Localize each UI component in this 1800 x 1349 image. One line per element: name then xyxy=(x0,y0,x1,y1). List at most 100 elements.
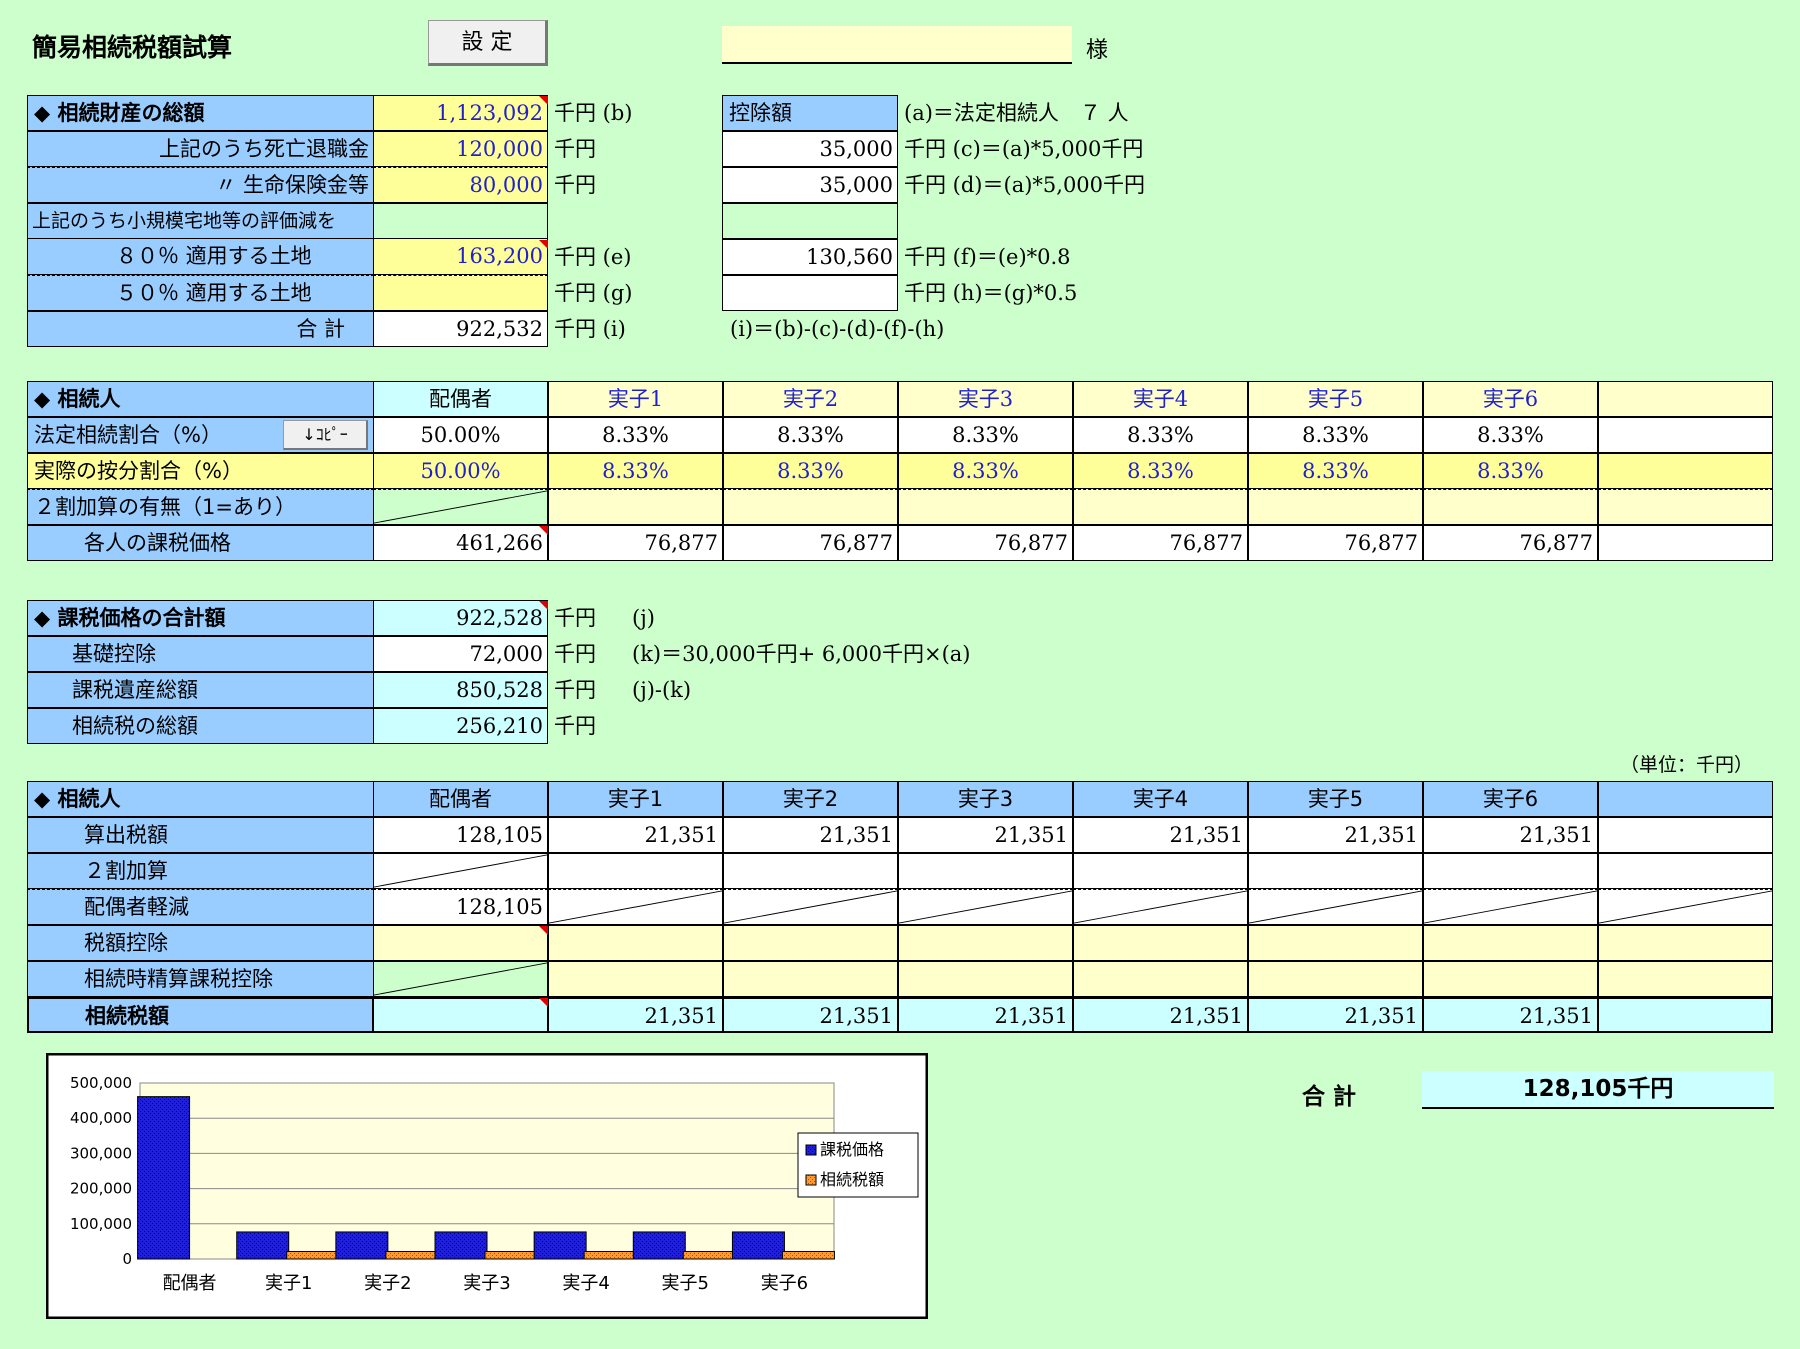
surcharge-flag-cell[interactable] xyxy=(1423,489,1598,525)
retirement-allowance-label: 上記のうち死亡退職金 xyxy=(27,131,374,167)
total-assets-input[interactable]: 1,123,092 xyxy=(373,95,548,131)
surcharge-flag-cell[interactable] xyxy=(1598,489,1773,525)
actual-ratio-cell[interactable]: 8.33% xyxy=(898,453,1073,489)
tax-credit-cell[interactable] xyxy=(1423,925,1598,961)
tax-credit-cell[interactable] xyxy=(1073,925,1248,961)
tax-credit-cell[interactable] xyxy=(1248,925,1423,961)
final-tax-cell: 21,351 xyxy=(898,997,1073,1033)
land-50-unit: 千円 (g) xyxy=(554,281,633,305)
deduction-header: 控除額 xyxy=(722,95,898,131)
legal-heirs-note: (a)＝法定相続人 ７ 人 xyxy=(904,101,1129,125)
heir-name-cell[interactable] xyxy=(1598,381,1773,417)
taxable-estate-label: 課税遺産総額 xyxy=(27,672,374,708)
spouse-relief-cell xyxy=(1248,889,1423,925)
surcharge-cell xyxy=(373,853,548,889)
spouse-relief-cell: 128,105 xyxy=(373,889,548,925)
heir-name-cell[interactable]: 実子2 xyxy=(723,381,898,417)
comment-marker-icon xyxy=(539,926,548,935)
taxable-total-note: (j) xyxy=(632,606,655,630)
settlement-credit-cell[interactable] xyxy=(1248,961,1423,997)
formula-i-note: (i)＝(b)-(c)-(d)-(f)-(h) xyxy=(730,317,945,341)
surcharge-flag-cell[interactable] xyxy=(723,489,898,525)
tax-credit-cell[interactable] xyxy=(898,925,1073,961)
legal-ratio-cell: 8.33% xyxy=(1248,417,1423,453)
heir-name-cell[interactable]: 実子6 xyxy=(1423,381,1598,417)
calc-tax-cell: 128,105 xyxy=(373,817,548,853)
tax-credit-cell[interactable] xyxy=(373,925,548,961)
heir-name-cell[interactable]: 実子1 xyxy=(548,381,723,417)
legend-label: 相続税額 xyxy=(820,1170,884,1189)
comment-marker-icon xyxy=(539,526,548,535)
settlement-credit-cell[interactable] xyxy=(1073,961,1248,997)
bar-taxable-price xyxy=(632,1231,686,1260)
legal-ratio-cell: 8.33% xyxy=(548,417,723,453)
heir-name-cell[interactable]: 実子4 xyxy=(1073,381,1248,417)
surcharge-flag-cell xyxy=(373,489,548,525)
settlement-credit-label: 相続時精算課税控除 xyxy=(27,961,374,997)
diagonal-line-icon xyxy=(1074,890,1247,924)
surcharge-flag-cell[interactable] xyxy=(1073,489,1248,525)
diagonal-line-icon xyxy=(374,962,547,996)
heir-name-cell[interactable]: 実子5 xyxy=(1248,381,1423,417)
total-assets-unit: 千円 (b) xyxy=(554,101,633,125)
land-80-input[interactable]: 163,200 xyxy=(373,239,548,275)
taxable-price-cell: 76,877 xyxy=(898,525,1073,561)
surcharge-cell xyxy=(1598,853,1773,889)
legal-ratio-cell: 8.33% xyxy=(1073,417,1248,453)
spouse-relief-cell xyxy=(898,889,1073,925)
actual-ratio-cell[interactable]: 8.33% xyxy=(723,453,898,489)
calc-tax-cell: 21,351 xyxy=(723,817,898,853)
settings-button[interactable]: 設 定 xyxy=(428,20,548,66)
comment-marker-icon xyxy=(539,601,548,610)
settlement-credit-cell[interactable] xyxy=(723,961,898,997)
tax-heir-name-cell: 配偶者 xyxy=(373,781,548,817)
legal-ratio-cell xyxy=(1598,417,1773,453)
client-name-input[interactable] xyxy=(722,26,1072,64)
settlement-credit-cell[interactable] xyxy=(1423,961,1598,997)
taxable-estate-note: (j)-(k) xyxy=(632,678,692,702)
bar-inheritance-tax xyxy=(781,1250,835,1260)
surcharge-cell xyxy=(1423,853,1598,889)
actual-ratio-cell[interactable]: 8.33% xyxy=(1073,453,1248,489)
actual-ratio-cell[interactable] xyxy=(1598,453,1773,489)
settlement-credit-cell[interactable] xyxy=(1598,961,1773,997)
retirement-allowance-input[interactable]: 120,000 xyxy=(373,131,548,167)
actual-ratio-cell[interactable]: 8.33% xyxy=(548,453,723,489)
bar-chart: 0 100,000 200,000 300,000 400,000 500,000 配偶者… xyxy=(46,1053,928,1319)
total-tax-label: 相続税の総額 xyxy=(27,708,374,744)
actual-ratio-cell[interactable]: 8.33% xyxy=(1248,453,1423,489)
copy-button[interactable]: ↓ｺﾋﾟｰ xyxy=(283,420,368,450)
honorific-label: 様 xyxy=(1086,38,1109,63)
settlement-credit-cell[interactable] xyxy=(898,961,1073,997)
x-tick-label: 実子4 xyxy=(562,1273,609,1294)
diagonal-line-icon xyxy=(549,890,722,924)
tax-credit-cell[interactable] xyxy=(723,925,898,961)
actual-ratio-cell[interactable]: 8.33% xyxy=(1423,453,1598,489)
heir-name-cell[interactable]: 実子3 xyxy=(898,381,1073,417)
surcharge-flag-cell[interactable] xyxy=(898,489,1073,525)
bar-inheritance-tax xyxy=(682,1250,736,1260)
bar-inheritance-tax xyxy=(385,1250,439,1260)
land-50-label: ５０％ 適用する土地 xyxy=(27,275,374,311)
tax-credit-cell[interactable] xyxy=(1598,925,1773,961)
settlement-credit-cell[interactable] xyxy=(548,961,723,997)
spouse-relief-cell xyxy=(723,889,898,925)
deduction-d-value: 35,000 xyxy=(722,167,898,203)
diagonal-line-icon xyxy=(1249,890,1422,924)
tax-credit-cell[interactable] xyxy=(548,925,723,961)
land-50-input[interactable] xyxy=(373,275,548,311)
diagonal-line-icon xyxy=(724,890,897,924)
total-tax-unit: 千円 xyxy=(554,714,596,738)
assets-total-value: 922,532 xyxy=(373,311,548,347)
life-insurance-input[interactable]: 80,000 xyxy=(373,167,548,203)
surcharge-cell xyxy=(1073,853,1248,889)
deduction-d-note: 千円 (d)＝(a)*5,000千円 xyxy=(904,173,1146,197)
surcharge-flag-cell[interactable] xyxy=(548,489,723,525)
actual-ratio-cell[interactable]: 50.00% xyxy=(373,453,548,489)
y-tick-label: 100,000 xyxy=(70,1215,132,1233)
bar-inheritance-tax xyxy=(484,1250,538,1260)
comment-marker-icon xyxy=(539,240,548,249)
bar-taxable-price xyxy=(236,1231,290,1260)
bar-inheritance-tax xyxy=(583,1250,637,1260)
surcharge-flag-cell[interactable] xyxy=(1248,489,1423,525)
